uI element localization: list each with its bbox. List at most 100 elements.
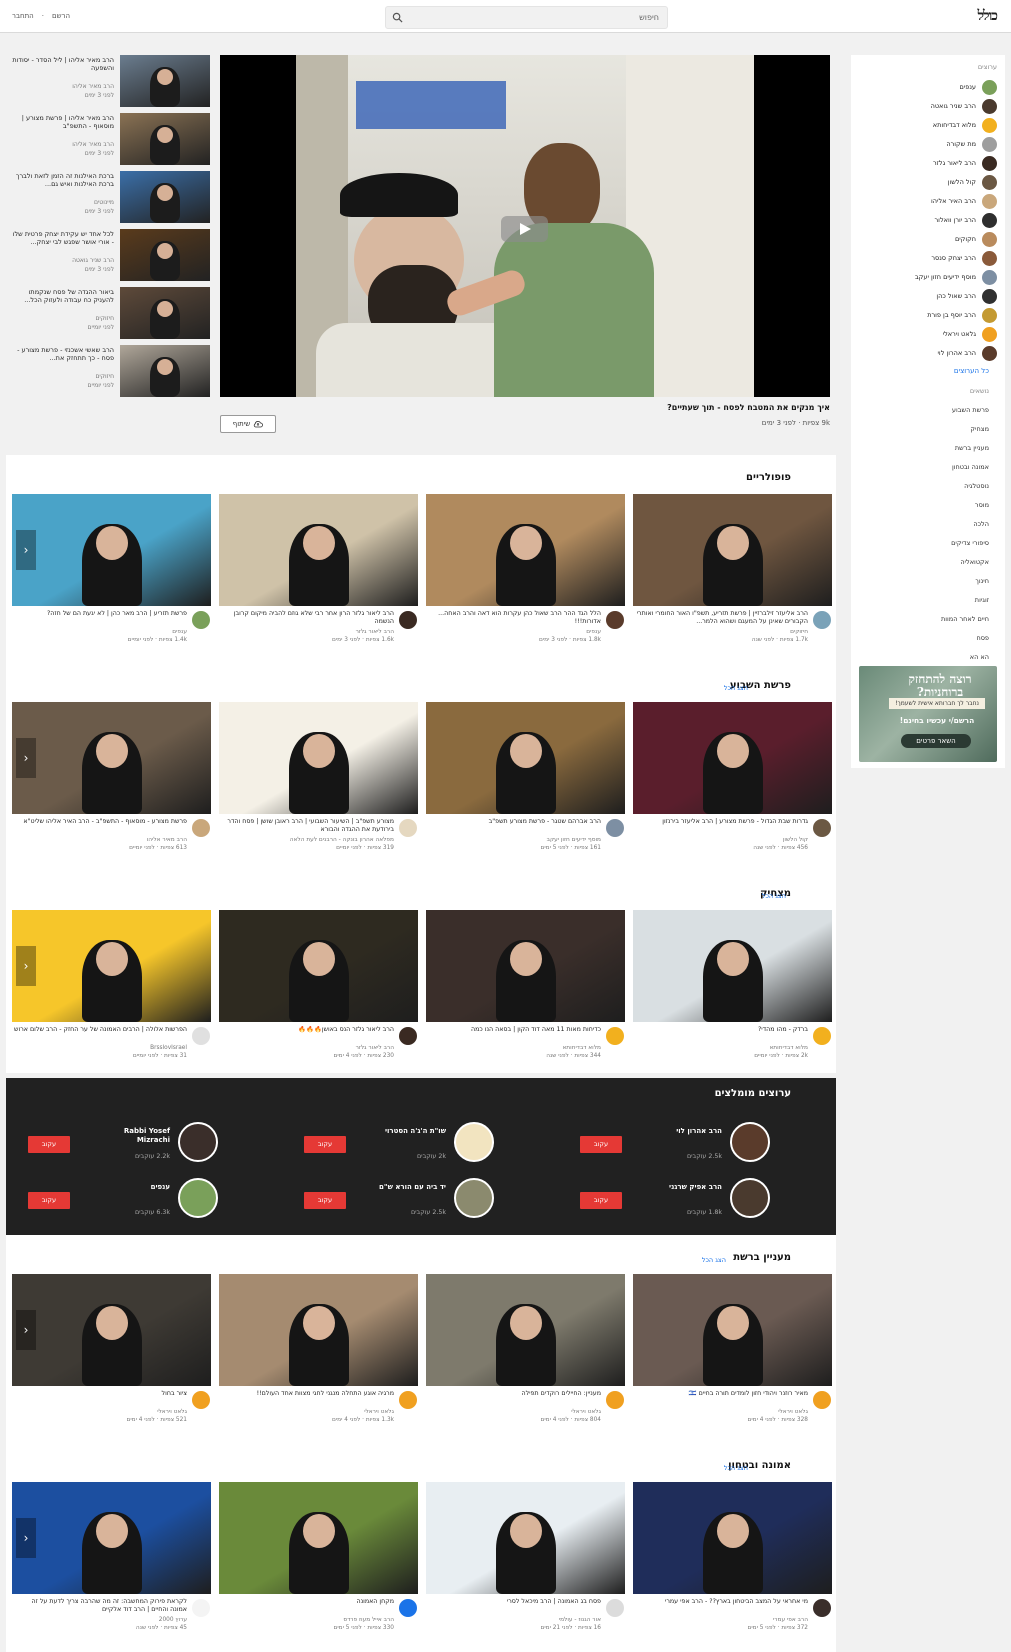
sidebar-channel[interactable]: הרב האיר אליהו (857, 192, 997, 210)
video-thumbnail[interactable] (12, 1482, 211, 1594)
carousel-arrow-icon[interactable]: ‹ (16, 946, 36, 986)
video-thumbnail[interactable] (633, 910, 832, 1022)
search-box[interactable]: חיפוש (385, 6, 668, 29)
channel-avatar[interactable] (730, 1122, 770, 1162)
sidebar-category[interactable]: הלכה (973, 520, 989, 528)
video-player[interactable] (220, 55, 830, 397)
video-thumbnail[interactable] (219, 494, 418, 606)
video-card[interactable]: מקחן האמונה הרב אייל מעוז פרדס 330 צפיות ·… (219, 1482, 418, 1642)
sidebar-channel[interactable]: הרב ליאור גלזר (857, 154, 997, 172)
recommended-channel[interactable]: שו"ת ה'ג'ה הסטרוי 2k עוקבים עקוב (304, 1122, 494, 1166)
channel-avatar[interactable] (454, 1122, 494, 1162)
channel-avatar[interactable] (192, 1027, 210, 1045)
related-thumbnail[interactable] (120, 229, 210, 281)
video-card[interactable]: ברדק - מהו מהדי? מלוא דבדיחותא 2k צפיות · … (633, 910, 832, 1070)
related-video[interactable]: ביאור ההגדה של פסח שנקמתו להעניק כח עבוד… (10, 287, 210, 339)
video-card[interactable]: מרגיה אוגע התחלה מנגני לחגי מצוות אחד הע… (219, 1274, 418, 1434)
video-thumbnail[interactable] (219, 910, 418, 1022)
video-card[interactable]: מי אחראי על המצב הביטחון בארץ?? - הרב אפ… (633, 1482, 832, 1642)
channel-avatar[interactable] (399, 819, 417, 837)
sidebar-category[interactable]: פסח (976, 634, 989, 642)
related-video[interactable]: לכל אחד יש עקידת יצחק פרטית שלו - אורי א… (10, 229, 210, 281)
video-card[interactable]: מעניין: החיילים רוקדים תפילה גלאט ויראלי 8… (426, 1274, 625, 1434)
channel-avatar[interactable] (730, 1178, 770, 1218)
follow-button[interactable]: עקוב (580, 1136, 622, 1153)
sidebar-channel[interactable]: הרב שניר גואטה (857, 97, 997, 115)
video-thumbnail[interactable] (12, 910, 211, 1022)
sidebar-category[interactable]: מוסר (975, 501, 989, 509)
sidebar-category[interactable]: אמונה ובטחון (952, 463, 989, 471)
video-card[interactable]: הרב אברהם שטגר - פרשת מצורע תשפ"ב מוסף יד… (426, 702, 625, 862)
video-thumbnail[interactable] (219, 1482, 418, 1594)
video-card[interactable]: הלל הגד ההר הרב שאול כהן עקרות הוא דאה ו… (426, 494, 625, 654)
channel-avatar[interactable] (606, 611, 624, 629)
channel-avatar[interactable] (399, 611, 417, 629)
sidebar-category[interactable]: סיפורי צדיקים (951, 539, 989, 547)
video-thumbnail[interactable] (219, 1274, 418, 1386)
related-video[interactable]: הרב מאיר אליהו | ליל הסדר - יסודות והשפע… (10, 55, 210, 107)
channel-avatar[interactable] (813, 1391, 831, 1409)
channel-avatar[interactable] (606, 1391, 624, 1409)
sidebar-channel[interactable]: קול הלשון (857, 173, 997, 191)
video-card[interactable]: הרב אליעזר זילברזיין | פרשת תזריע, תשפ"ו… (633, 494, 832, 654)
video-thumbnail[interactable] (633, 702, 832, 814)
channel-avatar[interactable] (606, 819, 624, 837)
video-card[interactable]: מצורע תשפ"ב | השיעור השבועי | הרב ראובן … (219, 702, 418, 862)
sidebar-channel[interactable]: מוסף ידיעים חזון יעקב (857, 268, 997, 286)
play-button-icon[interactable] (501, 216, 548, 242)
follow-button[interactable]: עקוב (28, 1136, 70, 1153)
ad-banner[interactable]: רוצה להתחזק ברוחניות? נחבר לך חברותא איש… (859, 666, 997, 762)
channel-avatar[interactable] (454, 1178, 494, 1218)
sidebar-channel[interactable]: ענפים (857, 78, 997, 96)
channel-avatar[interactable] (399, 1027, 417, 1045)
related-thumbnail[interactable] (120, 113, 210, 165)
channel-avatar[interactable] (606, 1027, 624, 1045)
video-thumbnail[interactable] (633, 1274, 832, 1386)
recommended-channel[interactable]: Rabbi Yosef Mizrachi 2.2k עוקבים עקוב (28, 1122, 218, 1166)
sidebar-category[interactable]: מעניין ברשת (955, 444, 989, 452)
channel-avatar[interactable] (399, 1391, 417, 1409)
login-link[interactable]: התחבר (12, 12, 34, 20)
sidebar-category[interactable]: חינוך (975, 577, 989, 585)
follow-button[interactable]: עקוב (580, 1192, 622, 1209)
channel-avatar[interactable] (813, 1599, 831, 1617)
sidebar-category[interactable]: פרשת השבוע (952, 406, 989, 414)
show-all-link[interactable]: הצג הכל (762, 892, 786, 900)
video-card[interactable]: גדרות שבת הגדול - פרשת מצורע | הרב אליעז… (633, 702, 832, 862)
recommended-channel[interactable]: הרב אפיק שרגני 1.8k עוקבים עקוב (580, 1178, 770, 1222)
channel-avatar[interactable] (399, 1599, 417, 1617)
sidebar-channel[interactable]: הרב יצחק סנסר (857, 249, 997, 267)
sidebar-channel[interactable]: הרב אהרון לוי (857, 344, 997, 362)
channel-avatar[interactable] (192, 819, 210, 837)
video-card[interactable]: כדיחות מאות 11 מאה דוד הקון | בסאה הנו כ… (426, 910, 625, 1070)
ad-button[interactable]: השאר פרטים (901, 734, 971, 748)
follow-button[interactable]: עקוב (304, 1192, 346, 1209)
recommended-channel[interactable]: ענפים 6.3k עוקבים עקוב (28, 1178, 218, 1222)
related-video[interactable]: הרב מאיר אליהו | פרשת מצורע | מוסאוף - ה… (10, 113, 210, 165)
sidebar-category[interactable]: זוגיות (975, 596, 989, 604)
related-thumbnail[interactable] (120, 345, 210, 397)
video-thumbnail[interactable] (426, 1274, 625, 1386)
show-all-link[interactable]: הצג הכל (702, 1256, 726, 1264)
video-thumbnail[interactable] (426, 494, 625, 606)
channel-avatar[interactable] (813, 1027, 831, 1045)
follow-button[interactable]: עקוב (28, 1192, 70, 1209)
related-video[interactable]: הרב שאשי אשכנזי - פרשת מצורע - פסח - כך … (10, 345, 210, 397)
video-thumbnail[interactable] (219, 702, 418, 814)
all-channels-link[interactable]: כל הערוצים (954, 367, 989, 375)
video-card[interactable]: פרשת תזריע | הרב מאר כהן | לא יגעת הם של… (12, 494, 211, 654)
video-thumbnail[interactable] (12, 494, 211, 606)
sidebar-category[interactable]: חיים לאחר המוות (941, 615, 989, 623)
video-card[interactable]: לקראת פירוק המחשבה: זה מה שהרבה צריך לדע… (12, 1482, 211, 1642)
sidebar-category[interactable]: אקטואליה (960, 558, 989, 566)
recommended-channel[interactable]: יד ביה עם הורא ש"ם 2.5k עוקבים עקוב (304, 1178, 494, 1222)
video-thumbnail[interactable] (12, 1274, 211, 1386)
search-icon[interactable] (392, 12, 403, 23)
video-card[interactable]: הרב ליאור גלזר הרון אחר רבי שלא גוזם להב… (219, 494, 418, 654)
related-thumbnail[interactable] (120, 171, 210, 223)
related-thumbnail[interactable] (120, 287, 210, 339)
video-card[interactable]: פרשת מצורע - מוסאוף - התשפ"ב - הרב האיר … (12, 702, 211, 862)
show-all-link[interactable]: הצג הכל (724, 1464, 748, 1472)
sidebar-channel[interactable]: מת שקורה (857, 135, 997, 153)
search-input[interactable]: חיפוש (639, 13, 659, 22)
